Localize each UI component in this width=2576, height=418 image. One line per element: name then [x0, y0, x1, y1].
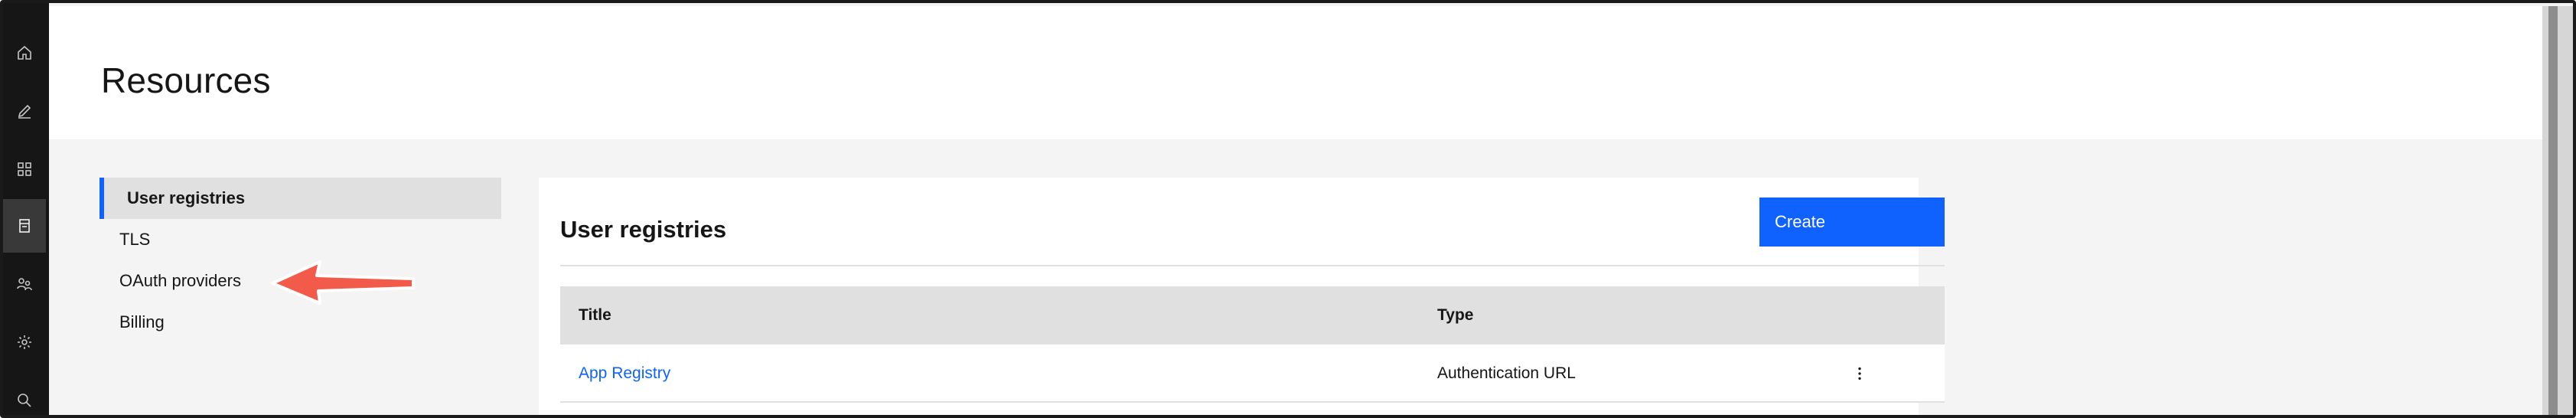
- rail-item-search[interactable]: [3, 374, 46, 415]
- create-button[interactable]: Create: [1759, 198, 1945, 247]
- card-title: User registries: [560, 216, 727, 243]
- app-window: Resources User registries TLS OAuth prov…: [0, 0, 2576, 418]
- home-icon: [18, 45, 31, 60]
- column-header-title: Title: [579, 306, 611, 324]
- table-header: Title Type: [560, 286, 1945, 345]
- rail-item-settings[interactable]: [3, 315, 46, 369]
- page-header: Resources: [49, 6, 2544, 139]
- edit-icon: [18, 104, 31, 119]
- document-icon: [19, 219, 30, 233]
- annotation-arrow: [271, 260, 415, 305]
- registry-title-link[interactable]: App Registry: [579, 364, 670, 383]
- table-row: App Registry Authentication URL: [560, 345, 1945, 403]
- page-title: Resources: [101, 60, 271, 100]
- search-icon: [18, 394, 31, 407]
- rail-item-resources[interactable]: [3, 199, 46, 253]
- rail-item-edit[interactable]: [3, 84, 46, 138]
- scrollbar-thumb[interactable]: [2548, 6, 2558, 415]
- user-registries-table: Title Type App Registry Authentication U…: [560, 286, 1945, 403]
- column-header-type: Type: [1437, 306, 1474, 324]
- row-overflow-menu-button[interactable]: [1846, 360, 1873, 387]
- settings-icon: [18, 335, 31, 349]
- rail-item-home[interactable]: [3, 26, 46, 80]
- apps-grid-icon: [18, 162, 31, 176]
- user-registries-card: User registries Create Title Type App Re…: [539, 178, 1945, 415]
- users-icon: [17, 278, 32, 291]
- card-divider: [560, 265, 1945, 266]
- vertical-scrollbar[interactable]: [2542, 6, 2573, 415]
- sidenav-item-user-registries[interactable]: User registries: [99, 178, 501, 219]
- rail-item-members[interactable]: [3, 257, 46, 311]
- registry-type: Authentication URL: [1437, 364, 1576, 382]
- rail-item-apps[interactable]: [3, 142, 46, 196]
- icon-rail: [3, 3, 49, 415]
- overflow-menu-icon: [1858, 367, 1861, 380]
